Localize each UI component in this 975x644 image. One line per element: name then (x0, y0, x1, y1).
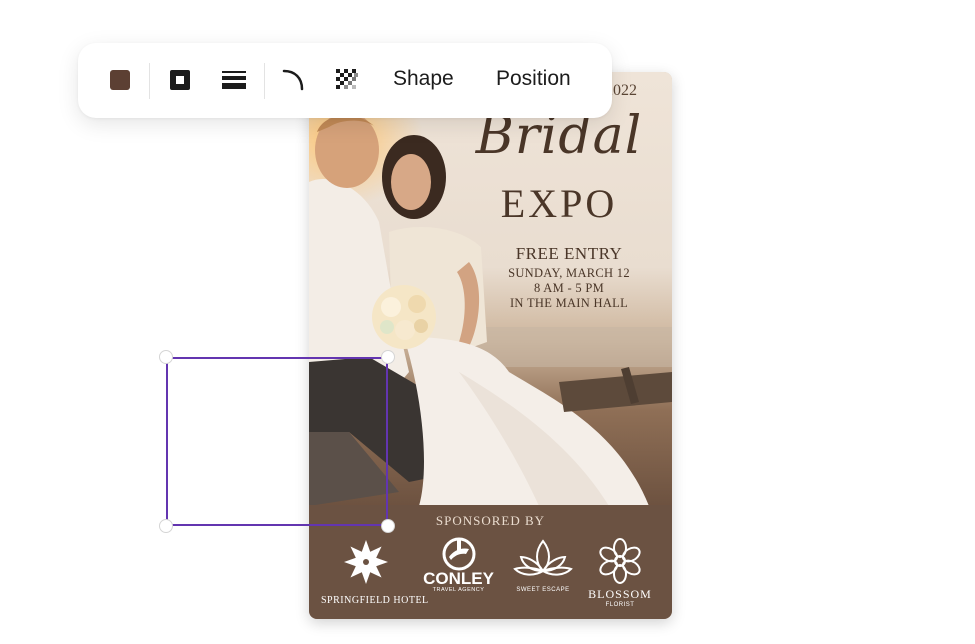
border-style-icon (170, 70, 190, 90)
sponsor-name: CONLEY (423, 569, 494, 588)
position-menu-button[interactable]: Position (496, 67, 571, 91)
sponsor-name: BLOSSOM (588, 587, 652, 601)
travel-emblem-icon (442, 537, 475, 571)
sponsor-name: SPRINGFIELD HOTEL (321, 595, 429, 606)
toolbar-divider (264, 63, 265, 99)
sponsor-name: SWEET ESCAPE (516, 587, 570, 593)
blossom-emblem-icon (599, 538, 641, 584)
flower-emblem-icon (344, 540, 388, 584)
entry-text: FREE ENTRY (515, 244, 623, 263)
selected-rectangle-shape[interactable] (166, 357, 388, 526)
corner-radius-button[interactable] (279, 63, 307, 97)
sponsor-sweet-escape[interactable]: SWEET ESCAPE (508, 537, 578, 593)
transparency-button[interactable] (333, 63, 361, 97)
fill-color-swatch (110, 70, 130, 90)
sponsor-subtitle: TRAVEL AGENCY (432, 587, 485, 593)
time-text: 8 AM - 5 PM (534, 281, 604, 295)
border-style-button[interactable] (166, 63, 194, 97)
lotus-emblem-icon (513, 539, 573, 576)
resize-handle-top-left[interactable] (159, 350, 173, 364)
sponsor-springfield-hotel[interactable]: SPRINGFIELD HOTEL (321, 537, 429, 606)
transparency-icon (336, 69, 358, 89)
toolbar-divider (149, 63, 150, 99)
sponsor-blossom[interactable]: BLOSSOM FLORIST (585, 537, 655, 608)
location-text: IN THE MAIN HALL (509, 296, 629, 310)
resize-handle-top-right[interactable] (381, 350, 395, 364)
poster-canvas[interactable]: 2022 Bridal EXPO FREE ENTRY SUNDAY, MARC… (309, 72, 672, 619)
line-weight-icon (222, 71, 246, 89)
event-title-caps[interactable]: EXPO (459, 180, 659, 227)
sponsor-conley[interactable]: CONLEY TRAVEL AGENCY (421, 537, 496, 594)
fill-color-button[interactable] (106, 63, 134, 97)
line-weight-button[interactable] (218, 63, 250, 97)
sponsor-subtitle: FLORIST (605, 602, 635, 608)
shape-toolbar: Shape Position (78, 43, 612, 118)
corner-radius-icon (282, 69, 304, 91)
resize-handle-bottom-right[interactable] (381, 519, 395, 533)
resize-handle-bottom-left[interactable] (159, 519, 173, 533)
date-text: SUNDAY, MARCH 12 (508, 266, 630, 280)
shape-menu-button[interactable]: Shape (393, 67, 454, 91)
event-details[interactable]: FREE ENTRY SUNDAY, MARCH 12 8 AM - 5 PM … (494, 244, 644, 311)
